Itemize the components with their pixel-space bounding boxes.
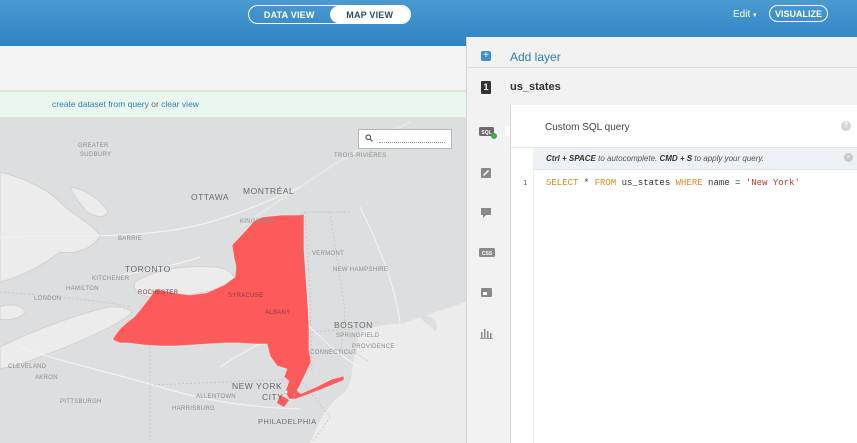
map-label: CLEVELAND	[8, 364, 47, 370]
notice-text: create dataset from query or clear view	[52, 99, 199, 109]
wizard-icon[interactable]	[479, 166, 494, 178]
notice-or: or	[148, 99, 162, 109]
lake-huron	[0, 171, 101, 283]
map-label: PHILADELPHIA	[258, 417, 317, 426]
map-label: VERMONT	[312, 251, 345, 257]
layer-name: us_states	[510, 81, 561, 93]
svg-text:CSS: CSS	[482, 251, 493, 257]
map-label: TROIS-RIVIÈRES	[334, 153, 387, 159]
query-notice: create dataset from query or clear view	[0, 91, 466, 118]
editor-header: Custom SQL query ?	[511, 105, 857, 148]
map-label: LONDON	[34, 296, 62, 302]
add-layer-row[interactable]: + Add layer	[467, 37, 857, 68]
map-label: CONNECTICUT	[310, 350, 357, 356]
hint-text: Ctrl + SPACE to autocomplete. CMD + S to…	[546, 154, 765, 163]
visualize-button[interactable]: VISUALIZE	[769, 5, 828, 22]
georgian-bay	[69, 186, 109, 217]
edit-label: Edit	[733, 9, 751, 20]
map-canvas[interactable]: GREATER SUDBURY TROIS-RIVIÈRES OTTAWA MO…	[0, 117, 466, 443]
legend-icon[interactable]	[479, 286, 494, 298]
search-input[interactable]	[379, 142, 445, 143]
plus-icon: +	[481, 51, 491, 61]
map-label: BARRIE	[118, 236, 143, 242]
map-label: GREATER	[78, 143, 109, 149]
map-label: BOSTON	[334, 320, 373, 330]
map-search-box[interactable]	[358, 129, 452, 149]
filters-icon[interactable]	[479, 326, 494, 339]
map-label: HAMILTON	[66, 286, 99, 292]
view-toggle: DATA VIEW MAP VIEW	[248, 5, 411, 24]
map-label: HARRISBURG	[172, 406, 216, 412]
css-icon[interactable]: CSS	[479, 246, 496, 258]
chevron-down-icon: ▾	[753, 12, 757, 19]
editor-title: Custom SQL query	[545, 122, 630, 133]
layer-number-badge: 1	[481, 81, 491, 94]
map-label: NEW YORK	[232, 381, 283, 391]
data-view-tab[interactable]: DATA VIEW	[249, 6, 330, 23]
map-view-tab[interactable]: MAP VIEW	[329, 6, 410, 23]
map-label: SPRINGFIELD	[336, 333, 380, 339]
layer-header[interactable]: 1 us_states	[467, 68, 857, 104]
map-label: TORONTO	[125, 264, 171, 274]
sql-editor-pane: Custom SQL query ? 1 Ctrl + SPACE to aut…	[510, 105, 857, 443]
help-icon[interactable]: ?	[841, 121, 851, 131]
line-number: 1	[523, 179, 528, 187]
search-icon	[365, 134, 373, 142]
close-icon[interactable]: ×	[844, 153, 853, 162]
map-label: CITY	[262, 392, 284, 402]
infowindow-icon[interactable]	[479, 206, 494, 218]
map-label: SYRACUSE	[228, 293, 264, 299]
map-label: KITCHENER	[92, 276, 130, 282]
create-dataset-link[interactable]: create dataset from query	[52, 99, 149, 109]
edit-menu[interactable]: Edit ▾	[733, 9, 757, 20]
map-label: KINGSTON	[240, 219, 274, 225]
map-label: AKRON	[35, 375, 58, 381]
layer-panel: + Add layer 1 us_states SQL CSS Custom S…	[466, 37, 857, 443]
lake-st-clair	[0, 304, 27, 321]
map-label: ROCHESTER	[138, 290, 179, 296]
map-label: ALBANY	[265, 310, 291, 316]
map-label: MONTRÉAL	[243, 186, 295, 196]
clear-view-link[interactable]: clear view	[161, 99, 199, 109]
line-gutter: 1	[511, 148, 534, 443]
shortcut-hint: Ctrl + SPACE to autocomplete. CMD + S to…	[533, 148, 857, 170]
map-label: ALLENTOWN	[196, 394, 236, 400]
map-label: PROVIDENCE	[352, 344, 395, 350]
new-york-state	[112, 213, 345, 400]
map-label: NEW HAMPSHIRE	[333, 267, 389, 273]
layer-tools: SQL CSS	[467, 105, 511, 443]
map-label: OTTAWA	[191, 192, 230, 202]
sql-code-input[interactable]: SELECT * FROM us_states WHERE name = 'Ne…	[546, 178, 800, 188]
sql-icon[interactable]: SQL	[479, 126, 497, 139]
add-layer-link[interactable]: Add layer	[510, 50, 561, 64]
map-label: SUDBURY	[80, 152, 112, 158]
filter-bar	[0, 46, 466, 91]
svg-text:SQL: SQL	[481, 130, 491, 136]
map-label: PITTSBURGH	[60, 399, 102, 405]
